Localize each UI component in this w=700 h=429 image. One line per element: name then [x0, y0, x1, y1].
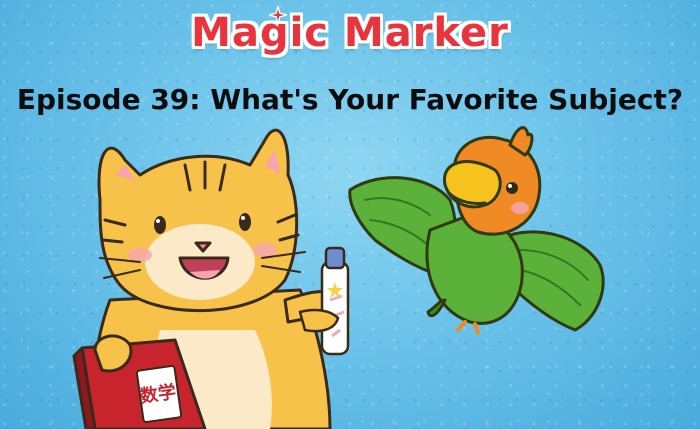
parrot-icon — [348, 126, 605, 335]
cover-image: Magic Marker Episode 39: What's Your Fav… — [0, 0, 700, 429]
illustration: 数学 — [72, 126, 605, 429]
